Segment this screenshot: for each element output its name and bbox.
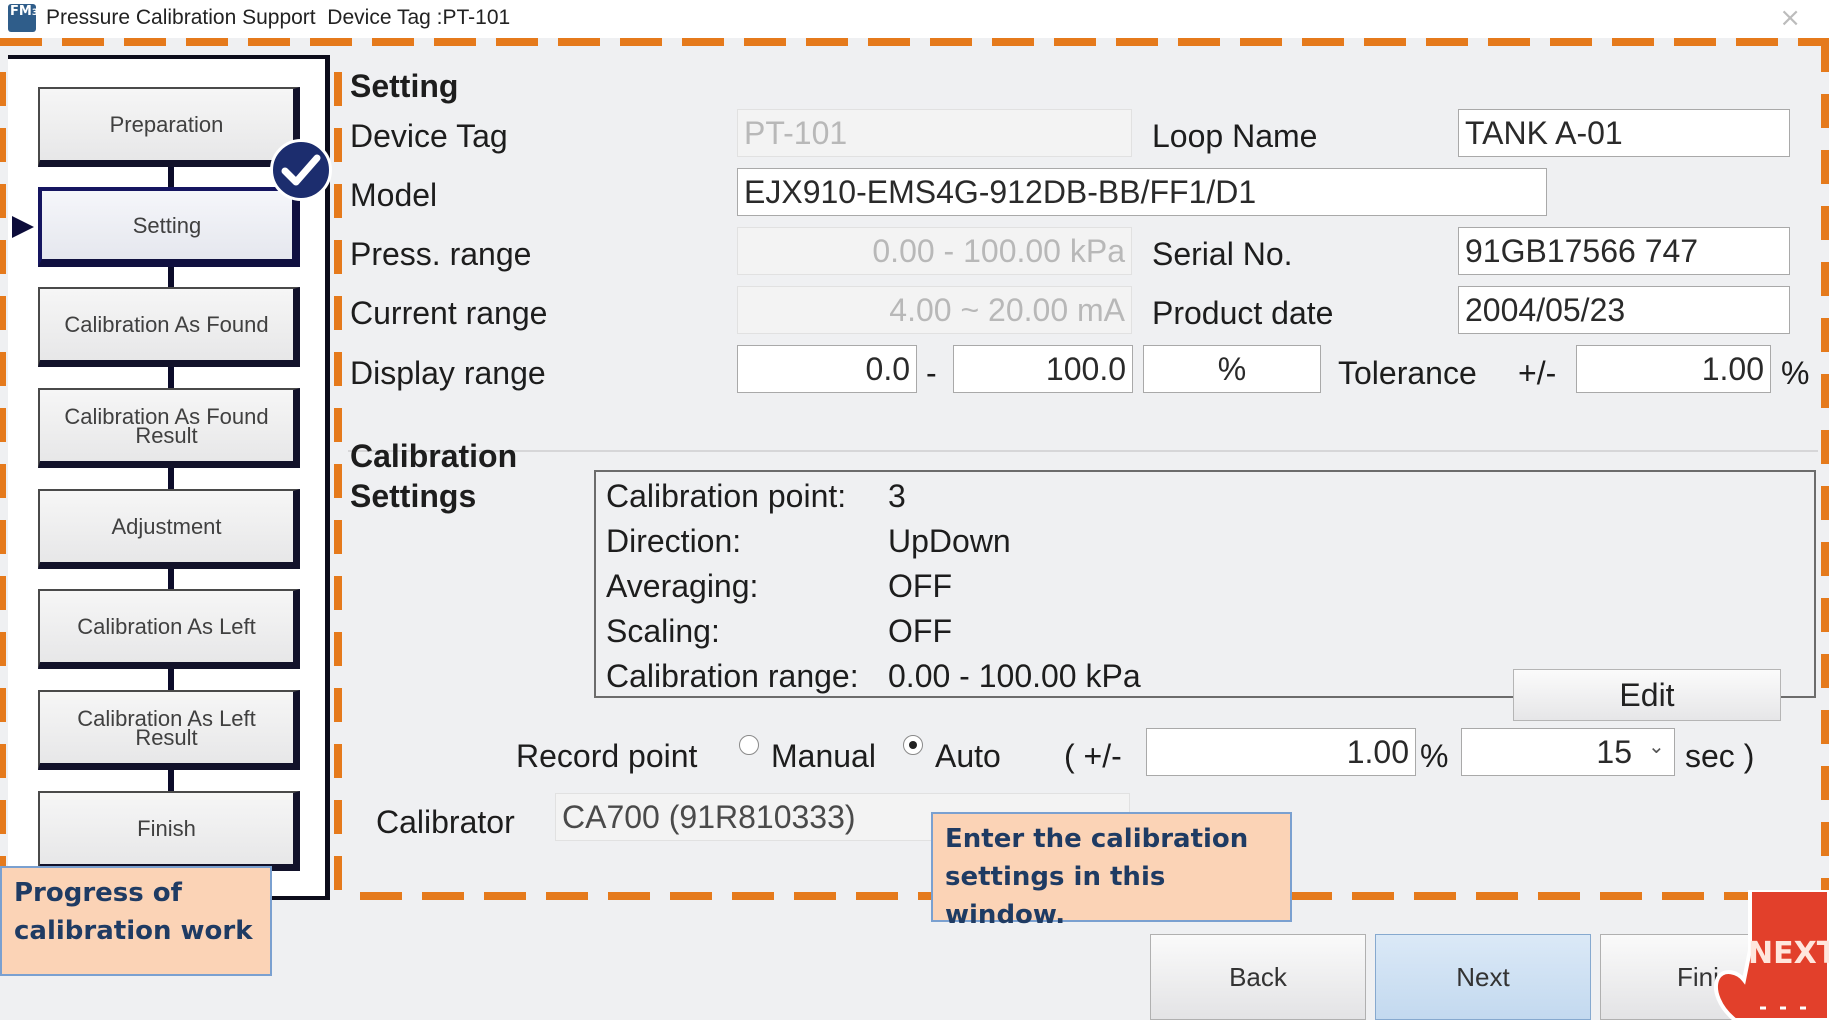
step-calibration-as-found-result[interactable]: Calibration As Found Result — [38, 388, 300, 468]
step-panel: Preparation Setting Calibration As Found… — [8, 55, 332, 900]
callout-line: settings in this window. — [945, 862, 1166, 930]
current-range-label: Current range — [350, 295, 548, 331]
step-calibration-as-found[interactable]: Calibration As Found — [38, 287, 300, 367]
row-label: Calibration point: — [606, 478, 847, 514]
row-value: 3 — [888, 478, 906, 514]
highlight-frame-outer-left — [0, 72, 6, 872]
device-tag-field: PT-101 — [737, 109, 1132, 157]
highlight-frame-left — [334, 72, 342, 892]
row-label: Scaling: — [606, 613, 720, 649]
calibration-settings-box: Calibration point: 3 Direction: UpDown Ave… — [594, 470, 1816, 698]
row-label: Averaging: — [606, 568, 759, 604]
press-range-label: Press. range — [350, 236, 532, 272]
serial-number-label: Serial No. — [1152, 236, 1293, 272]
model-input[interactable]: EJX910-EMS4G-912DB-BB/FF1/D1 — [737, 168, 1547, 216]
step-adjustment[interactable]: Adjustment — [38, 489, 300, 569]
callout-line: Enter the calibration — [945, 824, 1249, 854]
averaging-row: Averaging: OFF — [606, 568, 952, 605]
step-calibration-as-left-result[interactable]: Calibration As Left Result — [38, 690, 300, 770]
close-icon[interactable]: × — [1779, 4, 1801, 32]
manual-radio-label[interactable]: Manual — [771, 738, 876, 775]
tolerance-label: Tolerance — [1338, 355, 1477, 391]
record-tolerance-unit: % — [1420, 738, 1449, 774]
calibrator-label: Calibrator — [376, 804, 515, 840]
auto-radio-label[interactable]: Auto — [935, 738, 1001, 775]
step-label: Calibration As Left Result — [77, 705, 256, 750]
serial-number-input[interactable]: 91GB17566 747 — [1458, 227, 1790, 275]
step-label: Preparation — [109, 112, 224, 137]
tolerance-unit: % — [1781, 355, 1810, 391]
display-unit-input[interactable]: % — [1143, 345, 1321, 393]
calibration-range-row: Calibration range: 0.00 - 100.00 kPa — [606, 658, 1141, 695]
calibration-title-line-1: Calibration — [350, 438, 518, 474]
auto-radio[interactable] — [903, 735, 923, 755]
app-logo-icon: FM3 — [8, 4, 38, 32]
record-seconds-select[interactable]: 15 — [1461, 728, 1675, 776]
scaling-row: Scaling: OFF — [606, 613, 952, 650]
step-setting[interactable]: Setting — [38, 187, 300, 267]
checkmark-icon — [270, 139, 332, 201]
seconds-suffix: sec ) — [1685, 738, 1755, 774]
tolerance-plus-minus: +/- — [1518, 355, 1557, 391]
current-step-arrow-icon — [12, 216, 34, 238]
step-label: Calibration As Left — [77, 614, 256, 639]
window-title: Pressure Calibration Support Device Tag … — [46, 6, 511, 29]
step-calibration-as-left[interactable]: Calibration As Left — [38, 589, 300, 669]
edit-button[interactable]: Edit — [1513, 669, 1781, 721]
direction-row: Direction: UpDown — [606, 523, 1011, 560]
row-label: Direction: — [606, 523, 742, 559]
row-value: UpDown — [888, 523, 1011, 559]
step-label: Setting — [132, 212, 202, 238]
calibration-settings-title: Calibration Settings — [350, 436, 517, 516]
setting-section-title: Setting — [350, 68, 459, 104]
display-range-label: Display range — [350, 355, 546, 391]
back-button[interactable]: Back — [1150, 934, 1366, 1020]
row-value: OFF — [888, 568, 952, 604]
press-range-field: 0.00 - 100.00 kPa — [737, 227, 1132, 275]
current-range-field: 4.00 ~ 20.00 mA — [737, 286, 1132, 334]
callout-line: calibration work — [14, 916, 253, 946]
title-bar: FM3 Pressure Calibration Support Device … — [0, 0, 1829, 38]
model-label: Model — [350, 177, 438, 213]
step-label: Calibration As Found Result — [64, 403, 269, 448]
highlight-frame-top — [0, 38, 1829, 46]
calibration-point-row: Calibration point: 3 — [606, 478, 906, 515]
row-label: Calibration range: — [606, 658, 859, 694]
manual-radio[interactable] — [739, 735, 759, 755]
record-tolerance-input[interactable]: 1.00 — [1146, 728, 1416, 776]
display-range-min-input[interactable]: 0.0 — [737, 345, 917, 393]
step-label: Finish — [137, 816, 196, 841]
record-point-label: Record point — [516, 738, 698, 774]
row-value: 0.00 - 100.00 kPa — [888, 658, 1141, 694]
main-window: Preparation Setting Calibration As Found… — [0, 38, 1829, 1020]
step-label: Adjustment — [111, 514, 222, 539]
progress-callout: Progress of calibration work — [0, 866, 272, 976]
display-range-max-input[interactable]: 100.0 — [953, 345, 1133, 393]
next-button[interactable]: Next — [1375, 934, 1591, 1020]
record-tolerance-prefix: ( +/- — [1064, 738, 1122, 774]
step-finish[interactable]: Finish — [38, 791, 300, 871]
tolerance-input[interactable]: 1.00 — [1576, 345, 1771, 393]
device-tag-label: Device Tag — [350, 118, 508, 154]
product-date-label: Product date — [1152, 295, 1334, 331]
highlight-frame-right — [1821, 38, 1829, 892]
enter-settings-callout: Enter the calibration settings in this w… — [931, 812, 1292, 930]
section-divider — [348, 450, 1818, 452]
pointing-hand-icon: NEXT — [1710, 888, 1829, 1020]
step-preparation[interactable]: Preparation — [38, 87, 300, 167]
product-date-input[interactable]: 2004/05/23 — [1458, 286, 1790, 334]
calibration-title-line-2: Settings — [350, 478, 477, 514]
row-value: OFF — [888, 613, 952, 649]
step-label: Calibration As Found — [64, 312, 269, 337]
next-hand-label: NEXT — [1748, 936, 1829, 971]
loop-name-input[interactable]: TANK A-01 — [1458, 109, 1790, 157]
loop-name-label: Loop Name — [1152, 118, 1318, 154]
display-range-dash: - — [926, 355, 937, 391]
callout-line: Progress of — [14, 878, 182, 908]
chevron-down-icon[interactable]: ⌄ — [1648, 734, 1665, 759]
